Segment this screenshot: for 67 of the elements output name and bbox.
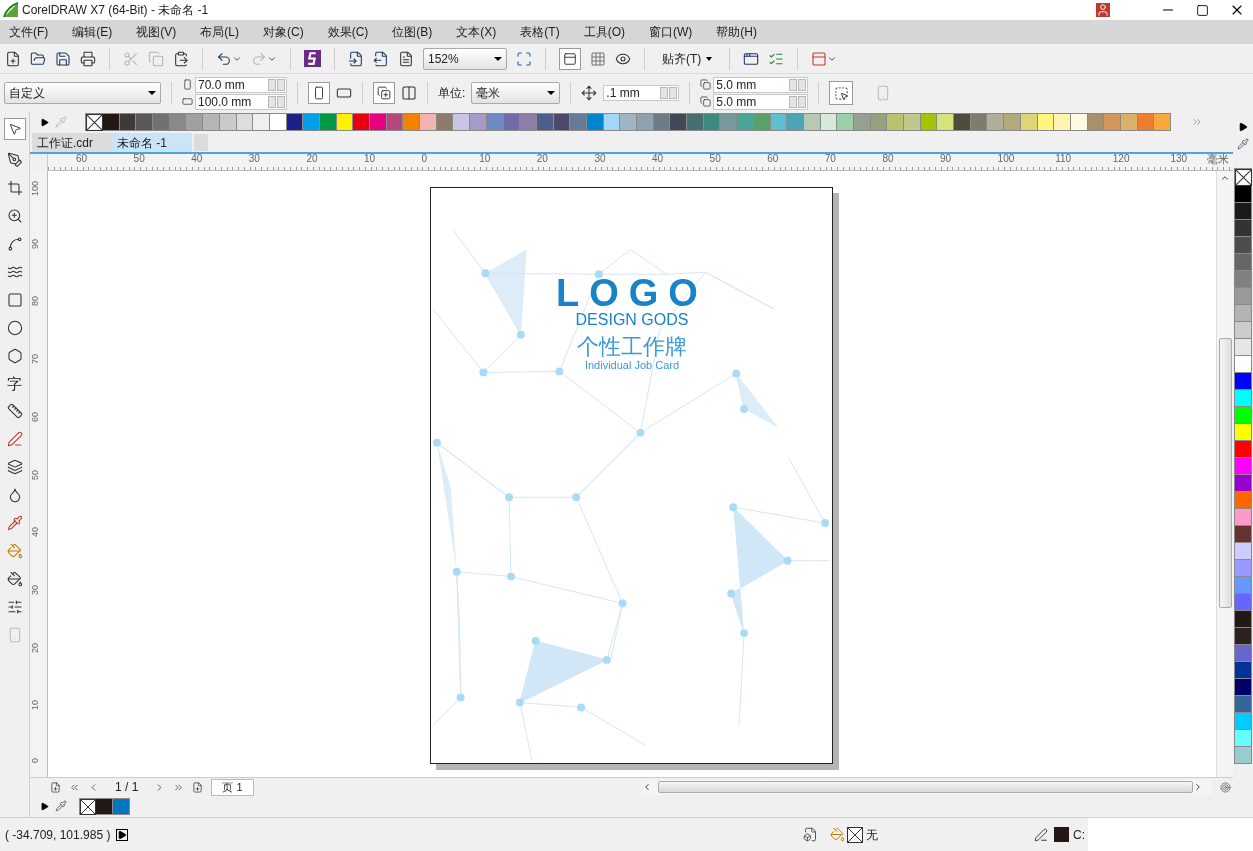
ruler-label: 130 [1170, 154, 1188, 164]
ruler-label: 70 [31, 354, 40, 365]
ruler-label: 70 [824, 154, 836, 164]
ruler-label: 100 [997, 154, 1015, 164]
ruler-label: 90 [31, 238, 40, 249]
page-preset-select[interactable]: 自定义 [4, 82, 161, 104]
menu-item[interactable]: 编辑(E) [65, 23, 120, 41]
menu-item[interactable]: 位图(B) [385, 23, 440, 41]
logo-text: LOGO [556, 276, 708, 310]
ruler-label: 40 [652, 154, 664, 164]
ruler-label: 50 [133, 154, 145, 164]
ruler-label: 20 [306, 154, 318, 164]
ruler-label: 80 [31, 296, 40, 307]
ruler-label: 50 [709, 154, 721, 164]
ruler-label: 50 [31, 469, 40, 480]
ruler-label: 30 [248, 154, 260, 164]
page-tab[interactable]: 页 1 [211, 778, 254, 796]
page-count: 1 / 1 [115, 779, 139, 796]
ruler-label: 60 [76, 154, 88, 164]
fill-status: 无 [866, 826, 878, 844]
ruler-label: 20 [31, 642, 40, 653]
ruler-label: 40 [31, 527, 40, 538]
ruler-label: 30 [594, 154, 606, 164]
window-title: CorelDRAW X7 (64-Bit) - 未命名 -1 [22, 2, 209, 19]
menu-item[interactable]: 文件(F) [2, 23, 56, 41]
card-title: 个性工作牌 [577, 335, 687, 359]
ruler-label: 60 [31, 411, 40, 422]
duplicate-x-field[interactable]: 5.0 mm [713, 76, 809, 93]
nudge-field[interactable]: .1 mm [603, 85, 680, 101]
menu-item[interactable]: 帮助(H) [709, 23, 764, 41]
ruler-label: 80 [882, 154, 894, 164]
ruler-label: 20 [536, 154, 548, 164]
ruler-label: 110 [1055, 154, 1072, 164]
ruler-label: 60 [767, 154, 779, 164]
document-tab[interactable]: 工作证.cdr [32, 133, 112, 152]
snap-dropdown[interactable]: 贴齐(T) [658, 49, 717, 68]
ruler-label: 0 [31, 758, 40, 763]
ruler-label: 10 [31, 700, 40, 711]
brand-text: DESIGN GODS [575, 311, 689, 328]
menu-item[interactable]: 布局(L) [193, 23, 246, 41]
document-tab[interactable]: 未命名 -1 [112, 133, 192, 152]
menu-item[interactable]: 表格(T) [513, 23, 567, 41]
unit-select[interactable]: 毫米 [471, 82, 561, 104]
ruler-label: 30 [31, 584, 40, 595]
ruler-label: 10 [479, 154, 491, 164]
menu-item[interactable]: 视图(V) [129, 23, 184, 41]
ruler-label: 120 [1112, 154, 1130, 164]
menu-item[interactable]: 工具(O) [576, 23, 632, 41]
ruler-label: 0 [421, 154, 428, 164]
ruler-label: 40 [191, 154, 203, 164]
duplicate-y-field[interactable]: 5.0 mm [713, 93, 809, 110]
ruler-label: 100 [31, 181, 40, 197]
menu-item[interactable]: 对象(C) [256, 23, 311, 41]
page-height-field[interactable]: 100.0 mm [195, 93, 287, 110]
unit-label: 单位: [438, 85, 466, 102]
ruler-unit: 毫米 [1207, 154, 1229, 165]
menu-item[interactable]: 效果(C) [320, 23, 376, 41]
menu-item[interactable]: 窗口(W) [642, 23, 700, 41]
menu-item[interactable]: 文本(X) [449, 23, 504, 41]
page-width-field[interactable]: 70.0 mm [195, 76, 287, 93]
ruler-label: 90 [940, 154, 952, 164]
outline-status: C: [1073, 826, 1085, 844]
text-tool[interactable]: 字 [7, 376, 22, 391]
ruler-label: 10 [364, 154, 376, 164]
cursor-coordinates: ( -34.709, 101.985 ) [5, 826, 111, 844]
zoom-select[interactable]: 152% [423, 47, 507, 70]
card-subtitle: Individual Job Card [584, 359, 680, 372]
